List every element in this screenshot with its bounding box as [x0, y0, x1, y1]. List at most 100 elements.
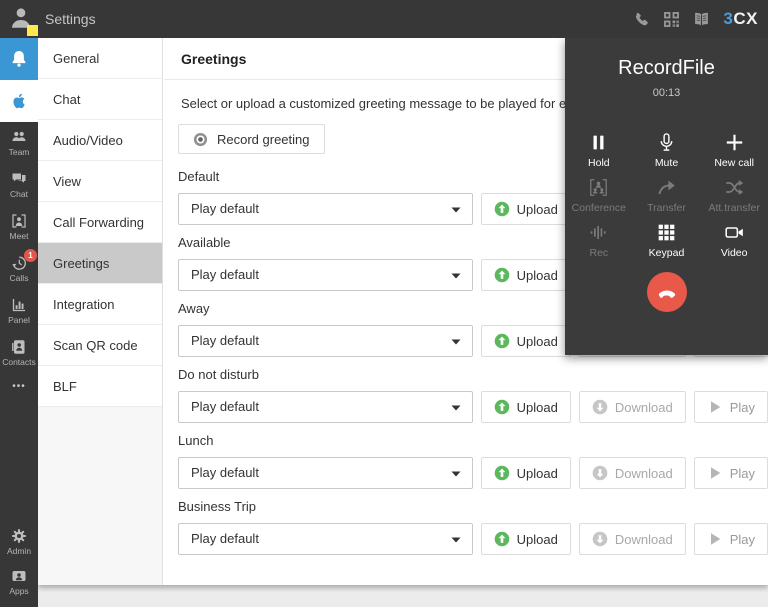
dialer-phone-icon[interactable]: [633, 11, 650, 28]
menu-item-call-forwarding[interactable]: Call Forwarding: [38, 202, 162, 243]
chevron-down-icon: [451, 207, 461, 213]
new-call-button[interactable]: New call: [700, 133, 768, 169]
menu-item-audio-video[interactable]: Audio/Video: [38, 120, 162, 161]
keypad-button[interactable]: Keypad: [633, 223, 701, 259]
menu-item-chat[interactable]: Chat: [38, 79, 162, 120]
sidebar-item-team[interactable]: Team: [0, 122, 38, 164]
sidebar-item-admin[interactable]: Admin: [0, 521, 38, 563]
greeting-select-lunch[interactable]: Play default: [178, 457, 473, 489]
plus-icon: [726, 134, 742, 151]
contacts-book-icon: [12, 340, 25, 354]
sidebar-item-apps[interactable]: Apps: [0, 561, 38, 603]
greeting-select-default[interactable]: Play default: [178, 193, 473, 225]
apple-app-tile[interactable]: [0, 80, 38, 122]
upload-icon: [494, 399, 509, 415]
menu-item-greetings[interactable]: Greetings: [38, 243, 162, 284]
page-title: Settings: [45, 11, 96, 27]
3cx-logo: 3CX: [723, 9, 758, 28]
microphone-icon: [660, 133, 673, 151]
greeting-row-business-trip: Business Trip Play default Upload Downlo…: [178, 499, 768, 555]
upload-icon: [494, 465, 509, 481]
help-book-icon[interactable]: [693, 11, 710, 28]
settings-menu: General Chat Audio/Video View Call Forwa…: [38, 38, 163, 585]
download-button[interactable]: Download: [578, 391, 686, 423]
sidebar-item-calls[interactable]: 1 Calls: [0, 248, 38, 290]
avatar[interactable]: [8, 5, 38, 36]
transfer-arrow-icon: [658, 180, 675, 195]
app-sidebar: Team Chat Meet 1 Calls Panel Contacts ••…: [0, 38, 38, 607]
chevron-down-icon: [451, 273, 461, 279]
call-timer: 00:13: [652, 87, 681, 99]
play-button[interactable]: Play: [693, 391, 768, 423]
download-icon: [592, 399, 608, 415]
chevron-down-icon: [451, 537, 461, 543]
conference-icon: [590, 179, 608, 196]
transfer-button[interactable]: Transfer: [633, 178, 701, 214]
apple-icon: [13, 93, 25, 109]
chevron-down-icon: [451, 339, 461, 345]
conference-button[interactable]: Conference: [565, 178, 633, 214]
pause-icon: [593, 135, 604, 150]
app-window: Settings 3CX Team Chat Meet 1 Calls Pane…: [0, 0, 768, 607]
chat-bubbles-icon: [12, 173, 26, 183]
upload-icon: [494, 333, 509, 349]
call-controls: Hold Mute New call Conference Transfer A…: [565, 133, 768, 259]
upload-button[interactable]: Upload: [480, 523, 571, 555]
menu-item-integration[interactable]: Integration: [38, 284, 162, 325]
greeting-select-away[interactable]: Play default: [178, 325, 473, 357]
upload-button[interactable]: Upload: [480, 259, 571, 291]
play-icon: [710, 467, 721, 479]
play-icon: [710, 533, 721, 545]
record-icon: [193, 132, 208, 146]
sidebar-item-panel[interactable]: Panel: [0, 290, 38, 332]
keypad-grid-icon: [658, 224, 675, 241]
hold-button[interactable]: Hold: [565, 133, 633, 169]
upload-icon: [494, 267, 509, 283]
hangup-phone-icon: [658, 290, 675, 298]
upload-button[interactable]: Upload: [480, 457, 571, 489]
hangup-button[interactable]: [646, 272, 687, 312]
sidebar-item-meet[interactable]: Meet: [0, 206, 38, 248]
chevron-down-icon: [451, 471, 461, 477]
gear-icon: [12, 529, 26, 543]
upload-button[interactable]: Upload: [480, 193, 571, 225]
sidebar-item-chat[interactable]: Chat: [0, 164, 38, 206]
notifications-tile[interactable]: [0, 38, 38, 80]
greeting-select-business-trip[interactable]: Play default: [178, 523, 473, 555]
record-greeting-button[interactable]: Record greeting: [178, 124, 325, 154]
menu-item-blf[interactable]: BLF: [38, 366, 162, 407]
upload-button[interactable]: Upload: [480, 325, 571, 357]
section-title: Greetings: [181, 51, 247, 67]
status-away-badge: [27, 25, 38, 36]
upload-icon: [494, 531, 509, 547]
upload-icon: [494, 201, 509, 217]
greeting-select-available[interactable]: Play default: [178, 259, 473, 291]
play-icon: [710, 401, 721, 413]
video-camera-icon: [725, 227, 743, 238]
download-icon: [592, 531, 608, 547]
play-button[interactable]: Play: [693, 523, 768, 555]
sidebar-more-button[interactable]: •••: [0, 374, 38, 398]
video-button[interactable]: Video: [700, 223, 768, 259]
menu-item-view[interactable]: View: [38, 161, 162, 202]
panel-chart-icon: [12, 299, 25, 312]
download-button[interactable]: Download: [578, 457, 686, 489]
upload-button[interactable]: Upload: [480, 391, 571, 423]
play-button[interactable]: Play: [693, 457, 768, 489]
sidebar-item-contacts[interactable]: Contacts: [0, 332, 38, 374]
bell-icon: [12, 51, 26, 67]
menu-item-scan-qr-code[interactable]: Scan QR code: [38, 325, 162, 366]
download-icon: [592, 465, 608, 481]
rec-button[interactable]: Rec: [565, 223, 633, 259]
call-title: RecordFile: [618, 57, 715, 79]
active-call-panel: RecordFile 00:13 Hold Mute New call Conf…: [565, 38, 768, 355]
waveform-icon: [590, 225, 606, 240]
greeting-select-dnd[interactable]: Play default: [178, 391, 473, 423]
att-transfer-button[interactable]: Att.transfer: [700, 178, 768, 214]
topbar: Settings 3CX: [0, 0, 768, 38]
mute-button[interactable]: Mute: [633, 133, 701, 169]
qr-code-icon[interactable]: [663, 11, 680, 28]
menu-item-general[interactable]: General: [38, 38, 162, 79]
calls-badge: 1: [24, 249, 37, 262]
download-button[interactable]: Download: [578, 523, 686, 555]
